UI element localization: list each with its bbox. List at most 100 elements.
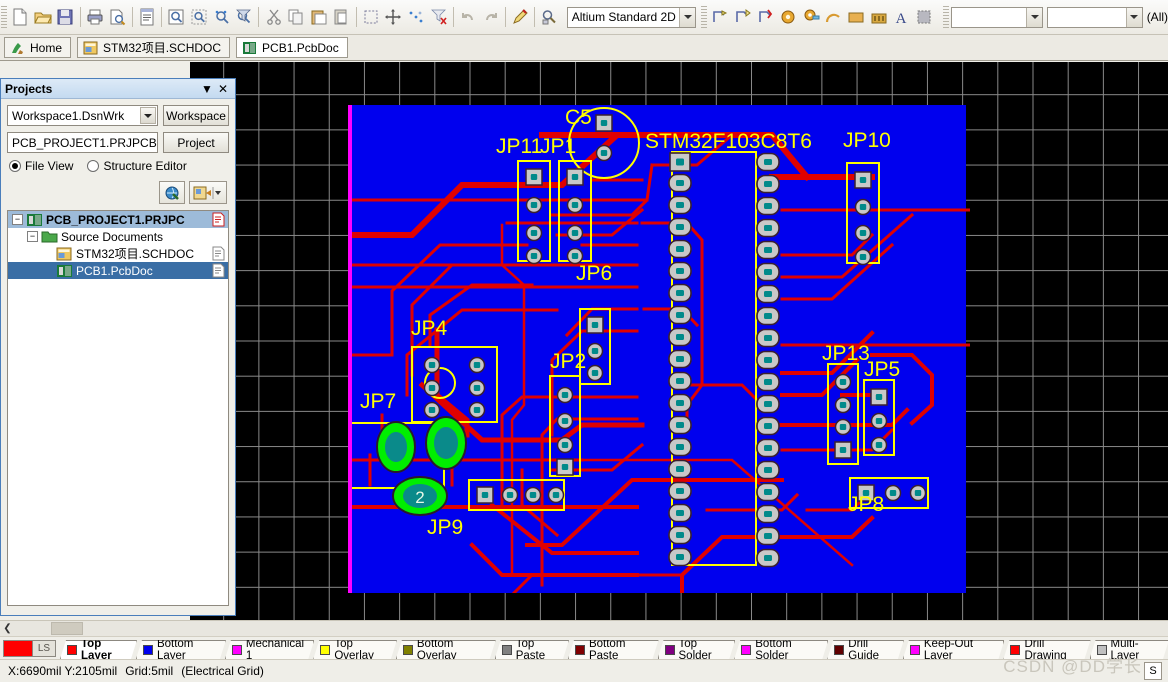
- designator-jp10: JP10: [843, 129, 891, 152]
- copy-icon[interactable]: [286, 5, 307, 29]
- place-via-icon[interactable]: [800, 5, 821, 29]
- undo-icon[interactable]: [458, 5, 479, 29]
- tree-node-pcbdoc[interactable]: PCB1.PcbDoc: [8, 262, 228, 279]
- watermark: CSDN @DD学长: [1003, 657, 1142, 676]
- place-pad-icon[interactable]: [778, 5, 799, 29]
- layer-tab-mechanical-1[interactable]: Mechanical 1: [225, 640, 314, 659]
- view-mode-combo[interactable]: Altium Standard 2D: [566, 6, 697, 28]
- tab-home[interactable]: Home: [4, 37, 72, 58]
- layer-color-swatch: [320, 645, 330, 655]
- designator-jp9: JP9: [427, 516, 463, 539]
- layer-tab-top-layer[interactable]: Top Layer: [60, 640, 137, 659]
- empty-icon: [212, 229, 226, 244]
- status-right-box[interactable]: S: [1144, 662, 1162, 680]
- deselect-icon[interactable]: [406, 5, 427, 29]
- layer-tab-top-overlay[interactable]: Top Overlay: [313, 640, 397, 659]
- layer-tab-bottom-solder[interactable]: Bottom Solder: [734, 640, 828, 659]
- print-icon[interactable]: [85, 5, 106, 29]
- tree-node-project[interactable]: − PCB_PROJECT1.PRJPC: [8, 211, 228, 228]
- projects-panel: Projects ▼ ✕ Workspace1.DsnWrk Workspace…: [0, 78, 236, 616]
- place-region-icon[interactable]: [913, 5, 934, 29]
- scroll-left-icon[interactable]: ❮: [0, 621, 15, 636]
- radio-knob: [87, 160, 100, 172]
- document-tab-bar: Home STM32项目.SCHDOC PCB1.PcbDoc: [0, 35, 1168, 61]
- chevron-down-icon[interactable]: [679, 7, 696, 27]
- designator-jp8: JP8: [848, 493, 884, 516]
- zoom-area-icon[interactable]: [189, 5, 210, 29]
- pcb-canvas[interactable]: 2 C5 JP11 JP1 STM32F103C8T6 JP10 JP6 JP4 JP2 JP1…: [190, 62, 1168, 620]
- toolbar-separator: [504, 7, 506, 27]
- net-filter-combo[interactable]: [950, 6, 1044, 28]
- place-track-icon[interactable]: [733, 5, 754, 29]
- layer-tab-keep-out-layer[interactable]: Keep-Out Layer: [903, 640, 1005, 659]
- layer-selector[interactable]: LS: [3, 640, 56, 657]
- paste-icon[interactable]: [308, 5, 329, 29]
- project-button[interactable]: Project: [163, 132, 229, 153]
- paste-special-icon[interactable]: [331, 5, 352, 29]
- tab-pcbdoc[interactable]: PCB1.PcbDoc: [236, 37, 348, 58]
- open-folder-icon[interactable]: [33, 5, 54, 29]
- zoom-selected-icon[interactable]: [211, 5, 232, 29]
- layer-tab-top-paste[interactable]: Top Paste: [495, 640, 569, 659]
- tab-schdoc[interactable]: STM32项目.SCHDOC: [77, 37, 231, 58]
- place-arc-icon[interactable]: [823, 5, 844, 29]
- layer-tab-top-solder[interactable]: Top Solder: [658, 640, 736, 659]
- place-toolbar-grip[interactable]: [701, 6, 708, 28]
- select-area-icon[interactable]: [360, 5, 381, 29]
- workspace-value: Workspace1.DsnWrk: [12, 108, 125, 123]
- new-document-icon[interactable]: [10, 5, 31, 29]
- component-filter-combo[interactable]: [1047, 6, 1143, 28]
- workspace-row: Workspace1.DsnWrk Workspace: [7, 105, 229, 126]
- place-line-icon[interactable]: [710, 5, 731, 29]
- main-toolbar: Altium Standard 2D A (All): [0, 0, 1168, 35]
- radio-file-view[interactable]: File View: [9, 159, 73, 173]
- project-tree[interactable]: − PCB_PROJECT1.PRJPC − Source Documents …: [7, 210, 229, 606]
- place-fill-icon[interactable]: [846, 5, 867, 29]
- move-icon[interactable]: [383, 5, 404, 29]
- save-icon[interactable]: [55, 5, 76, 29]
- close-icon[interactable]: ✕: [215, 81, 231, 97]
- compile-icon[interactable]: [159, 181, 185, 204]
- chevron-down-icon[interactable]: [1026, 7, 1043, 27]
- place-polygon-icon[interactable]: [868, 5, 889, 29]
- report-icon[interactable]: [137, 5, 158, 29]
- designator-c5: C5: [565, 106, 592, 129]
- place-route-icon[interactable]: [755, 5, 776, 29]
- layer-color-swatch: [502, 645, 512, 655]
- open-project-icon[interactable]: [189, 181, 227, 204]
- layer-tab-drill-guide[interactable]: Drill Guide: [827, 640, 904, 659]
- designator-jp4: JP4: [411, 317, 448, 340]
- status-grid: Grid:5mil: [125, 664, 174, 678]
- chevron-down-icon[interactable]: [1125, 7, 1142, 27]
- panel-collapse-icon[interactable]: ▼: [199, 81, 215, 97]
- filter-toolbar-grip[interactable]: [942, 6, 949, 28]
- expander-icon[interactable]: −: [12, 214, 23, 225]
- layer-tab-bottom-layer[interactable]: Bottom Layer: [136, 640, 226, 659]
- chevron-down-icon[interactable]: [140, 107, 156, 124]
- radio-structure-editor[interactable]: Structure Editor: [87, 159, 187, 173]
- highlight-icon[interactable]: [510, 5, 531, 29]
- toolbar-separator: [534, 7, 536, 27]
- expander-icon[interactable]: −: [27, 231, 38, 242]
- layer-tab-bottom-overlay[interactable]: Bottom Overlay: [396, 640, 496, 659]
- workspace-combo[interactable]: Workspace1.DsnWrk: [7, 105, 158, 126]
- scrollbar-thumb[interactable]: [51, 622, 83, 635]
- tree-node-schdoc[interactable]: STM32项目.SCHDOC: [8, 245, 228, 262]
- redo-icon[interactable]: [480, 5, 501, 29]
- zoom-filter-icon[interactable]: [234, 5, 255, 29]
- clear-filter-icon[interactable]: [428, 5, 449, 29]
- tree-node-source-documents[interactable]: − Source Documents: [8, 228, 228, 245]
- zoom-document-icon[interactable]: [166, 5, 187, 29]
- place-string-icon[interactable]: A: [891, 5, 912, 29]
- workspace-button[interactable]: Workspace: [163, 105, 229, 126]
- toolbar-separator: [258, 7, 260, 27]
- layer-tab-bottom-paste[interactable]: Bottom Paste: [568, 640, 659, 659]
- inspector-icon[interactable]: [539, 5, 560, 29]
- toolbar-grip[interactable]: [1, 6, 7, 28]
- cut-icon[interactable]: [263, 5, 284, 29]
- horizontal-scrollbar[interactable]: ❮: [0, 620, 1168, 636]
- print-preview-icon[interactable]: [107, 5, 128, 29]
- layer-color-swatch: [665, 645, 675, 655]
- project-field[interactable]: PCB_PROJECT1.PRJPCB: [7, 132, 158, 153]
- toolbar-separator: [452, 7, 454, 27]
